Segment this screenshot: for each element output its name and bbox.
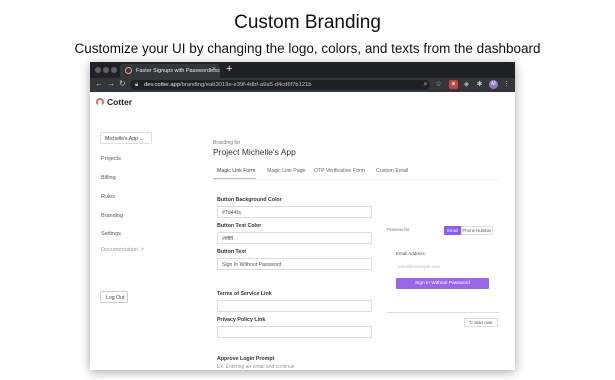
- bg-color-input[interactable]: #7d44fa: [217, 206, 372, 218]
- tab-title: Faster Signups with Passwordless: [136, 68, 220, 74]
- hero-title: Custom Branding: [234, 12, 381, 33]
- extension-icon[interactable]: ■: [449, 80, 458, 89]
- sidebar-item-branding[interactable]: Branding: [101, 213, 123, 219]
- app-page: Cotter Michelle's App ⌄ Projects Billing…: [90, 92, 515, 370]
- text-color-label: Button Text Color: [217, 223, 262, 229]
- url-path: /branding/eab3019e-e39f-4dbf-a9a5-d4cd6f…: [180, 82, 312, 88]
- forward-icon[interactable]: →: [107, 79, 115, 88]
- zoom-icon[interactable]: ⌕: [421, 80, 430, 89]
- new-tab-button[interactable]: +: [226, 63, 232, 75]
- sidebar-item-rules[interactable]: Rules: [101, 194, 115, 200]
- preview-email-tab[interactable]: Email: [444, 226, 461, 235]
- approve-login-hint: Ex: Entering an email and continue: [217, 364, 295, 370]
- address-bar[interactable]: 🔒︎ dev.cotter.app/branding/eab3019e-e39f…: [130, 80, 430, 90]
- close-tab-icon[interactable]: ×: [212, 66, 216, 73]
- lock-icon: 🔒︎: [135, 81, 139, 88]
- logo-text: Cotter: [107, 97, 133, 107]
- extension-shield-icon[interactable]: ◈: [462, 80, 471, 89]
- tab-magic-link-page[interactable]: Magic Link Page: [267, 168, 305, 174]
- button-text-label: Button Text: [217, 249, 247, 255]
- browser-toolbar: ← → ↻ 🔒︎ dev.cotter.app/branding/eab3019…: [90, 78, 515, 92]
- tabs-divider: [213, 179, 498, 180]
- tab-magic-link-form[interactable]: Magic Link Form: [217, 168, 255, 174]
- browser-tab[interactable]: Faster Signups with Passwordless ×: [120, 64, 220, 78]
- browser-tab-bar: Faster Signups with Passwordless × +: [90, 62, 515, 78]
- active-tab-indicator: [213, 178, 256, 179]
- preview-label: Preview for: [387, 227, 410, 232]
- start-over-button[interactable]: ↻ Start over: [464, 318, 498, 327]
- sidebar-item-billing[interactable]: Billing: [101, 175, 116, 181]
- tab-custom-email[interactable]: Custom Email: [376, 168, 408, 174]
- preview-phone-tab[interactable]: Phone Number: [461, 226, 493, 235]
- extensions-puzzle-icon[interactable]: ✱: [475, 80, 484, 89]
- close-window-icon[interactable]: [95, 67, 101, 73]
- bookmark-star-icon[interactable]: ☆: [434, 80, 443, 89]
- tos-link-label: Terms of Service Link: [217, 291, 272, 297]
- app-selector[interactable]: Michelle's App ⌄: [100, 132, 152, 144]
- approve-login-label: Approve Login Prompt: [217, 356, 275, 362]
- back-icon[interactable]: ←: [95, 79, 103, 88]
- privacy-link-label: Privacy Policy Link: [217, 317, 266, 323]
- page-title: Project Michelle's App: [213, 147, 296, 157]
- button-text-input[interactable]: Sign In Without Password: [217, 258, 372, 270]
- sidebar-item-projects[interactable]: Projects: [101, 156, 121, 162]
- preview-signin-button[interactable]: Sign In Without Password: [396, 278, 489, 289]
- sidebar-item-settings[interactable]: Settings: [101, 231, 121, 237]
- cotter-favicon-icon: [125, 67, 132, 74]
- maximize-window-icon[interactable]: [111, 67, 117, 73]
- tab-otp-verification-form[interactable]: OTP Verification Form: [314, 168, 365, 174]
- privacy-link-input[interactable]: [217, 326, 372, 338]
- preview-email-input[interactable]: email@example.com: [398, 264, 440, 269]
- logout-button[interactable]: Log Out: [100, 291, 128, 303]
- tos-link-input[interactable]: [217, 300, 372, 312]
- cotter-logo-icon: [96, 98, 104, 106]
- browser-menu-icon[interactable]: ⋮: [502, 80, 511, 89]
- preview-email-label: Email Address: [396, 251, 425, 256]
- reload-icon[interactable]: ↻: [119, 79, 126, 88]
- text-color-input[interactable]: #ffffff: [217, 232, 372, 244]
- sidebar-item-documentation[interactable]: Documentation ↗: [101, 247, 144, 253]
- branding-for-label: Branding for: [213, 140, 241, 146]
- cotter-logo[interactable]: Cotter: [96, 97, 132, 107]
- browser-window: Faster Signups with Passwordless × + ← →…: [90, 62, 515, 370]
- url-host: dev.cotter.app: [144, 82, 180, 88]
- hero-subtitle: Customize your UI by changing the logo, …: [74, 41, 541, 56]
- profile-avatar[interactable]: M: [489, 80, 498, 89]
- minimize-window-icon[interactable]: [103, 67, 109, 73]
- bg-color-label: Button Background Color: [217, 197, 282, 203]
- preview-divider: [387, 312, 499, 313]
